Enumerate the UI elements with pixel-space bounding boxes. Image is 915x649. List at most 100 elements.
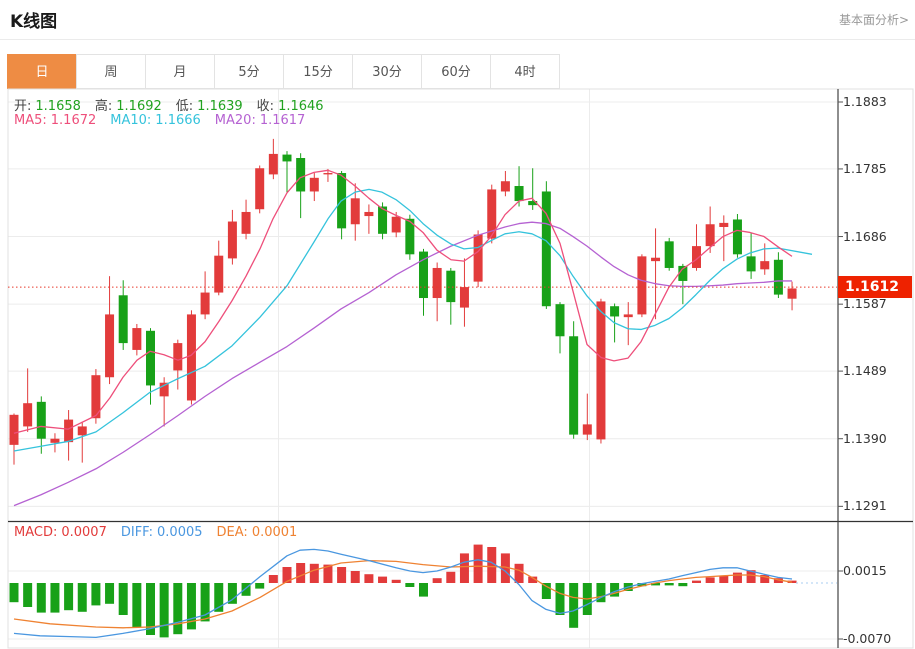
- candle-body: [119, 295, 128, 343]
- axis-tick-label: 1.1686: [843, 229, 887, 244]
- macd-bar: [91, 583, 100, 605]
- legend-label: MA20:: [215, 113, 256, 128]
- macd-bar: [310, 564, 319, 583]
- candle-body: [569, 336, 578, 434]
- candle-body: [556, 304, 565, 336]
- macd-bar: [678, 583, 687, 586]
- macd-bar: [733, 573, 742, 583]
- candle-body: [64, 420, 73, 443]
- legend-value: 1.1672: [51, 113, 97, 128]
- candle-body: [187, 314, 196, 400]
- macd-bar: [392, 580, 401, 583]
- candle-body: [50, 439, 59, 443]
- macd-bar: [569, 583, 578, 628]
- macd-bar: [173, 583, 182, 634]
- macd-bar: [515, 564, 524, 583]
- legend-label: DIFF:: [121, 525, 153, 540]
- legend-value: 1.1617: [260, 113, 306, 128]
- candle-body: [242, 212, 251, 234]
- legend-value: 0.0007: [61, 525, 107, 540]
- macd-bar: [474, 545, 483, 583]
- legend-value: 1.1692: [116, 99, 162, 114]
- macd-bar: [706, 577, 715, 583]
- ohlc-legend: 开:1.1658高:1.1692低:1.1639收:1.1646: [14, 95, 338, 114]
- macd-bar: [119, 583, 128, 615]
- macd-bar: [10, 583, 19, 602]
- candle-body: [78, 426, 87, 435]
- legend-label: DEA:: [217, 525, 248, 540]
- macd-bar: [665, 583, 674, 585]
- candle-body: [283, 155, 292, 162]
- macd-bar: [105, 583, 114, 604]
- macd-bar: [542, 583, 551, 599]
- legend-label: 开:: [14, 99, 31, 114]
- candle-body: [10, 415, 19, 445]
- candle-body: [747, 256, 756, 271]
- macd-bar: [351, 571, 360, 583]
- axis-tick-label: -0.0070: [843, 631, 891, 646]
- candle-body: [296, 158, 305, 191]
- axis-tick-label: 1.1489: [843, 363, 887, 378]
- macd-bar: [719, 576, 728, 583]
- current-price-badge: 1.1612: [838, 276, 912, 298]
- macd-bar: [378, 577, 387, 583]
- candle-body: [392, 217, 401, 233]
- candle-body: [269, 154, 278, 174]
- legend-label: MACD:: [14, 525, 57, 540]
- candle-body: [760, 261, 769, 269]
- candle-body: [501, 181, 510, 191]
- candle-body: [201, 293, 210, 315]
- candle-body: [146, 331, 155, 386]
- legend-value: 1.1639: [197, 99, 243, 114]
- candle-body: [446, 271, 455, 302]
- candle-body: [323, 173, 332, 174]
- axis-tick-label: 1.1883: [843, 94, 887, 109]
- candle-body: [460, 287, 469, 307]
- candle-body: [542, 191, 551, 306]
- macd-bar: [269, 575, 278, 583]
- macd-bar: [160, 583, 169, 637]
- macd-bar: [460, 553, 469, 583]
- macd-bar: [50, 583, 59, 613]
- candle-body: [665, 241, 674, 268]
- kline-page: K线图 基本面分析> 日周月5分15分30分60分4时 开:1.1658高:1.…: [0, 0, 915, 649]
- candle-body: [583, 424, 592, 434]
- candle-body: [474, 235, 483, 282]
- macd-bar: [37, 583, 46, 613]
- candle-body: [624, 314, 633, 317]
- candle-body: [610, 306, 619, 316]
- macd-bar: [364, 574, 373, 583]
- ma20-line: [14, 222, 792, 505]
- candle-body: [255, 168, 264, 209]
- macd-bar: [337, 567, 346, 583]
- legend-value: 1.1658: [35, 99, 81, 114]
- legend-label: MA10:: [110, 113, 151, 128]
- macd-bar: [64, 583, 73, 610]
- axis-tick-label: 0.0015: [843, 563, 887, 578]
- macd-bar: [78, 583, 87, 612]
- candle-body: [364, 212, 373, 216]
- candle-body: [433, 268, 442, 298]
- macd-bar: [419, 583, 428, 597]
- legend-value: 1.1646: [278, 99, 324, 114]
- macd-bar: [446, 572, 455, 583]
- candle-body: [37, 402, 46, 439]
- axis-tick-label: 1.1291: [843, 498, 887, 513]
- candle-body: [351, 198, 360, 224]
- candle-body: [515, 186, 524, 201]
- candle-body: [23, 403, 32, 426]
- candle-body: [173, 343, 182, 370]
- legend-value: 0.0001: [252, 525, 298, 540]
- legend-value: 1.1666: [155, 113, 201, 128]
- legend-label: 收:: [257, 99, 274, 114]
- candle-body: [706, 224, 715, 246]
- legend-label: MA5:: [14, 113, 47, 128]
- macd-bar: [132, 583, 141, 627]
- macd-bar: [433, 578, 442, 583]
- macd-bar: [556, 583, 565, 615]
- ma5-line: [14, 170, 792, 433]
- candle-body: [105, 314, 114, 377]
- axis-tick-label: 1.1785: [843, 161, 887, 176]
- macd-bar: [255, 583, 264, 589]
- candle-body: [774, 260, 783, 295]
